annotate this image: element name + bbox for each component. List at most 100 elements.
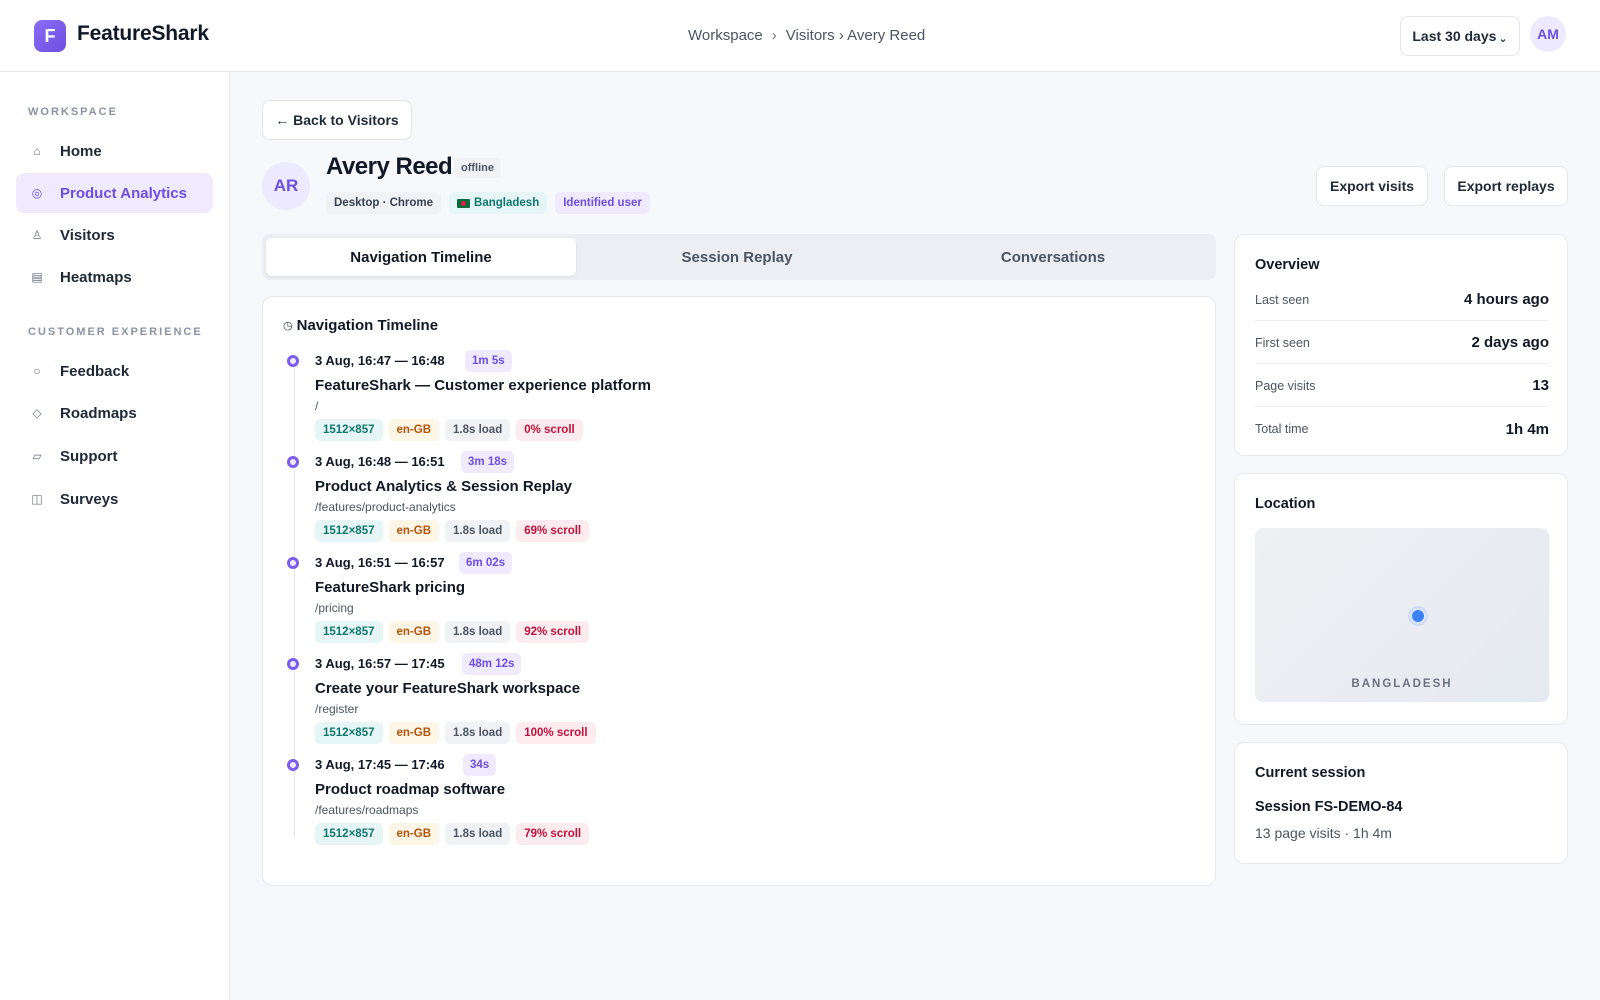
- timeline-title-text: Navigation Timeline: [296, 317, 439, 334]
- entry-path: /features/product-analytics: [315, 500, 456, 514]
- load-chip: 1.8s load: [445, 823, 511, 845]
- scroll-chip: 79% scroll: [516, 823, 590, 845]
- timeline-dot: [287, 456, 299, 468]
- visitors-icon: ♙: [31, 228, 43, 242]
- survey-icon: ◫: [31, 492, 43, 506]
- overview-row-first-seen: First seen 2 days ago: [1255, 322, 1549, 364]
- entry-path: /pricing: [315, 601, 354, 615]
- country-tag: Bangladesh: [449, 192, 548, 214]
- breadcrumb-workspace[interactable]: Workspace: [688, 27, 763, 44]
- app-logo[interactable]: F: [34, 20, 66, 52]
- entry-tags: 1512×857 en-GB 1.8s load 100% scroll: [315, 722, 596, 744]
- sidebar-item-surveys[interactable]: ◫ Surveys: [16, 479, 213, 519]
- load-chip: 1.8s load: [445, 722, 511, 744]
- export-visits-button[interactable]: Export visits: [1316, 166, 1428, 206]
- date-range-label: Last 30 days: [1412, 28, 1497, 44]
- sidebar-item-home[interactable]: ⌂ Home: [16, 131, 213, 171]
- breadcrumb-separator: ›: [771, 27, 777, 44]
- sidebar-heading-customer-experience: CUSTOMER EXPERIENCE: [28, 326, 203, 338]
- entry-time: 3 Aug, 17:45 — 17:46: [315, 757, 445, 772]
- entry-duration: 3m 18s: [461, 451, 515, 473]
- scroll-chip: 100% scroll: [516, 722, 596, 744]
- entry-tags: 1512×857 en-GB 1.8s load 0% scroll: [315, 419, 583, 441]
- tab-navigation-timeline[interactable]: Navigation Timeline: [266, 238, 576, 276]
- analytics-icon: ◎: [31, 186, 43, 200]
- location-map[interactable]: BANGLADESH: [1255, 528, 1549, 702]
- timeline-entry[interactable]: 3 Aug, 16:48 — 16:51 3m 18s Product Anal…: [285, 450, 985, 551]
- entry-tags: 1512×857 en-GB 1.8s load 92% scroll: [315, 621, 590, 643]
- entry-duration: 1m 5s: [465, 350, 512, 372]
- sidebar-item-heatmaps[interactable]: ▤ Heatmaps: [16, 257, 213, 297]
- sidebar-item-roadmaps[interactable]: ◇ Roadmaps: [16, 393, 213, 433]
- locale-chip: en-GB: [388, 823, 439, 845]
- overview-value: 1h 4m: [1505, 420, 1549, 438]
- home-icon: ⌂: [33, 144, 41, 158]
- timeline-dot: [287, 557, 299, 569]
- entry-time: 3 Aug, 16:48 — 16:51: [315, 454, 445, 469]
- breadcrumb-path[interactable]: Visitors › Avery Reed: [786, 27, 926, 44]
- sidebar-item-support[interactable]: ▱ Support: [16, 436, 213, 476]
- resolution-chip: 1512×857: [315, 520, 383, 542]
- timeline-entry[interactable]: 3 Aug, 16:57 — 17:45 48m 12s Create your…: [285, 652, 985, 753]
- entry-path: /register: [315, 702, 359, 716]
- tab-session-replay[interactable]: Session Replay: [582, 238, 892, 276]
- entry-tags: 1512×857 en-GB 1.8s load 69% scroll: [315, 520, 590, 542]
- sidebar-item-label: Heatmaps: [60, 268, 132, 286]
- resolution-chip: 1512×857: [315, 419, 383, 441]
- timeline-title: ◷ Navigation Timeline: [283, 317, 438, 334]
- timeline-entry[interactable]: 3 Aug, 16:47 — 16:48 1m 5s FeatureShark …: [285, 349, 985, 450]
- sidebar-item-label: Support: [60, 447, 118, 465]
- feedback-icon: ○: [33, 364, 41, 378]
- sidebar-item-label: Product Analytics: [60, 184, 187, 202]
- entry-duration: 34s: [463, 754, 497, 776]
- overview-label: Page visits: [1255, 378, 1316, 393]
- sidebar: WORKSPACE ⌂ Home ◎ Product Analytics ♙ V…: [0, 72, 230, 1000]
- entry-page-title[interactable]: Product roadmap software: [315, 781, 505, 798]
- user-avatar[interactable]: AM: [1530, 16, 1566, 52]
- session-meta: 13 page visits · 1h 4m: [1255, 825, 1392, 841]
- sidebar-item-feedback[interactable]: ○ Feedback: [16, 351, 213, 391]
- entry-page-title[interactable]: Product Analytics & Session Replay: [315, 478, 572, 495]
- current-session-title: Current session: [1255, 765, 1366, 781]
- map-country-label: BANGLADESH: [1351, 678, 1453, 690]
- overview-title: Overview: [1255, 257, 1320, 273]
- overview-label: Last seen: [1255, 292, 1310, 307]
- export-replays-button[interactable]: Export replays: [1444, 166, 1568, 206]
- country-tag-label: Bangladesh: [474, 197, 540, 209]
- resolution-chip: 1512×857: [315, 621, 383, 643]
- entry-path: /: [315, 399, 319, 413]
- location-title: Location: [1255, 496, 1316, 512]
- overview-value: 4 hours ago: [1463, 291, 1549, 308]
- entry-path: /features/roadmaps: [315, 803, 419, 817]
- sidebar-item-visitors[interactable]: ♙ Visitors: [16, 215, 213, 255]
- resolution-chip: 1512×857: [315, 722, 383, 744]
- app-name: FeatureShark: [77, 22, 209, 45]
- timeline-entry[interactable]: 3 Aug, 16:51 — 16:57 6m 02s FeatureShark…: [285, 551, 985, 652]
- entry-page-title[interactable]: FeatureShark pricing: [315, 579, 465, 596]
- device-tag: Desktop · Chrome: [326, 192, 442, 214]
- session-name[interactable]: Session FS-DEMO-84: [1255, 799, 1402, 815]
- sidebar-item-product-analytics[interactable]: ◎ Product Analytics: [16, 173, 213, 213]
- overview-card: Overview Last seen 4 hours ago First see…: [1234, 234, 1568, 456]
- tab-conversations[interactable]: Conversations: [898, 238, 1208, 276]
- overview-value: 13: [1532, 377, 1549, 394]
- clock-icon: ◷: [283, 320, 293, 332]
- entry-duration: 48m 12s: [462, 653, 522, 675]
- locale-chip: en-GB: [388, 520, 439, 542]
- overview-row-page-visits: Page visits 13: [1255, 365, 1549, 407]
- sidebar-item-label: Feedback: [60, 362, 130, 380]
- chevron-down-icon: ⌄: [1498, 32, 1508, 45]
- entry-page-title[interactable]: FeatureShark — Customer experience platf…: [315, 377, 651, 394]
- entry-page-title[interactable]: Create your FeatureShark workspace: [315, 680, 580, 697]
- back-to-visitors-button[interactable]: ← Back to Visitors: [262, 100, 412, 140]
- status-badge: offline: [454, 158, 501, 178]
- entry-time: 3 Aug, 16:51 — 16:57: [315, 555, 445, 570]
- sidebar-item-label: Surveys: [60, 490, 119, 508]
- overview-label: First seen: [1255, 335, 1310, 350]
- timeline-dot: [287, 355, 299, 367]
- visitor-avatar: AR: [262, 162, 310, 210]
- date-range-dropdown[interactable]: Last 30 days ⌄: [1400, 16, 1520, 56]
- timeline-entry[interactable]: 3 Aug, 17:45 — 17:46 34s Product roadmap…: [285, 753, 985, 854]
- load-chip: 1.8s load: [445, 621, 511, 643]
- timeline-dot: [287, 759, 299, 771]
